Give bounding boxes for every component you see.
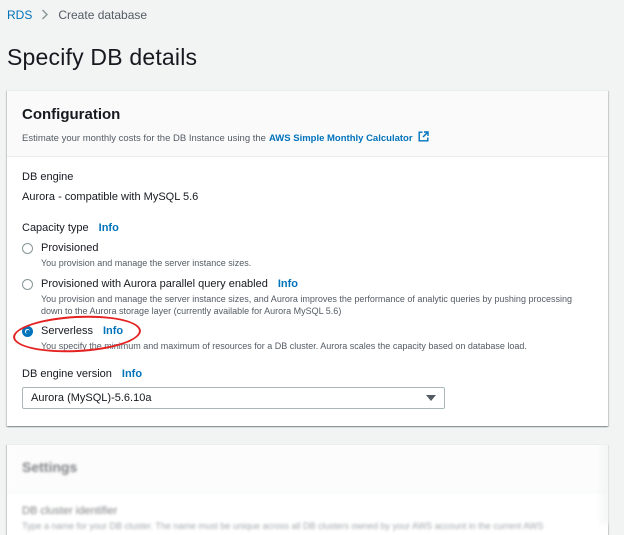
serverless-description: You specify the minimum and maximum of r… — [41, 341, 527, 351]
serverless-info-link[interactable]: Info — [103, 325, 123, 337]
serverless-label-wrap[interactable]: Serverless Info — [41, 325, 123, 337]
parallel-query-label-wrap[interactable]: Provisioned with Aurora parallel query e… — [41, 278, 298, 290]
configuration-panel: Configuration Estimate your monthly cost… — [7, 90, 608, 426]
capacity-type-label: Capacity type Info — [22, 222, 119, 234]
breadcrumb-rds-link[interactable]: RDS — [7, 8, 32, 22]
engine-version-select[interactable]: Aurora (MySQL)-5.6.10a — [22, 387, 445, 409]
breadcrumb: RDS Create database — [7, 7, 147, 23]
settings-content: Settings DB cluster identifier Type a na… — [7, 445, 608, 535]
parallel-query-description: You provision and manage the server inst… — [41, 294, 572, 316]
provisioned-label[interactable]: Provisioned — [41, 242, 98, 254]
capacity-type-text: Capacity type — [22, 222, 89, 234]
configuration-description-text: Estimate your monthly costs for the DB I… — [22, 132, 266, 144]
provisioned-description: You provision and manage the server inst… — [41, 258, 252, 268]
configuration-header: Configuration Estimate your monthly cost… — [7, 91, 608, 157]
cluster-identifier-description: Type a name for your DB cluster. The nam… — [22, 521, 544, 531]
serverless-label[interactable]: Serverless — [41, 325, 93, 337]
configuration-description: Estimate your monthly costs for the DB I… — [22, 131, 608, 145]
configuration-title: Configuration — [22, 106, 121, 123]
engine-version-selected-value: Aurora (MySQL)-5.6.10a — [31, 392, 152, 404]
parallel-query-radio[interactable] — [22, 279, 33, 290]
page-title: Specify DB details — [7, 44, 198, 70]
edge-fade — [600, 440, 624, 524]
calculator-link[interactable]: AWS Simple Monthly Calculator — [269, 133, 413, 144]
breadcrumb-current: Create database — [58, 8, 148, 22]
caret-down-icon — [426, 395, 436, 401]
chevron-right-icon — [37, 8, 53, 23]
settings-header: Settings — [7, 445, 608, 493]
engine-version-text: DB engine version — [22, 368, 112, 380]
capacity-type-info-link[interactable]: Info — [99, 222, 119, 234]
parallel-query-label[interactable]: Provisioned with Aurora parallel query e… — [41, 278, 268, 290]
db-engine-label: DB engine — [22, 171, 74, 183]
external-link-icon[interactable] — [418, 131, 429, 145]
cluster-identifier-label: DB cluster identifier — [22, 505, 118, 517]
db-engine-value: Aurora - compatible with MySQL 5.6 — [22, 191, 199, 203]
engine-version-info-link[interactable]: Info — [122, 368, 142, 380]
settings-panel: Settings DB cluster identifier Type a na… — [7, 444, 608, 535]
parallel-query-info-link[interactable]: Info — [278, 278, 298, 290]
provisioned-radio[interactable] — [22, 243, 33, 254]
settings-title: Settings — [22, 459, 78, 475]
serverless-radio[interactable] — [22, 326, 33, 337]
engine-version-label: DB engine version Info — [22, 368, 142, 380]
